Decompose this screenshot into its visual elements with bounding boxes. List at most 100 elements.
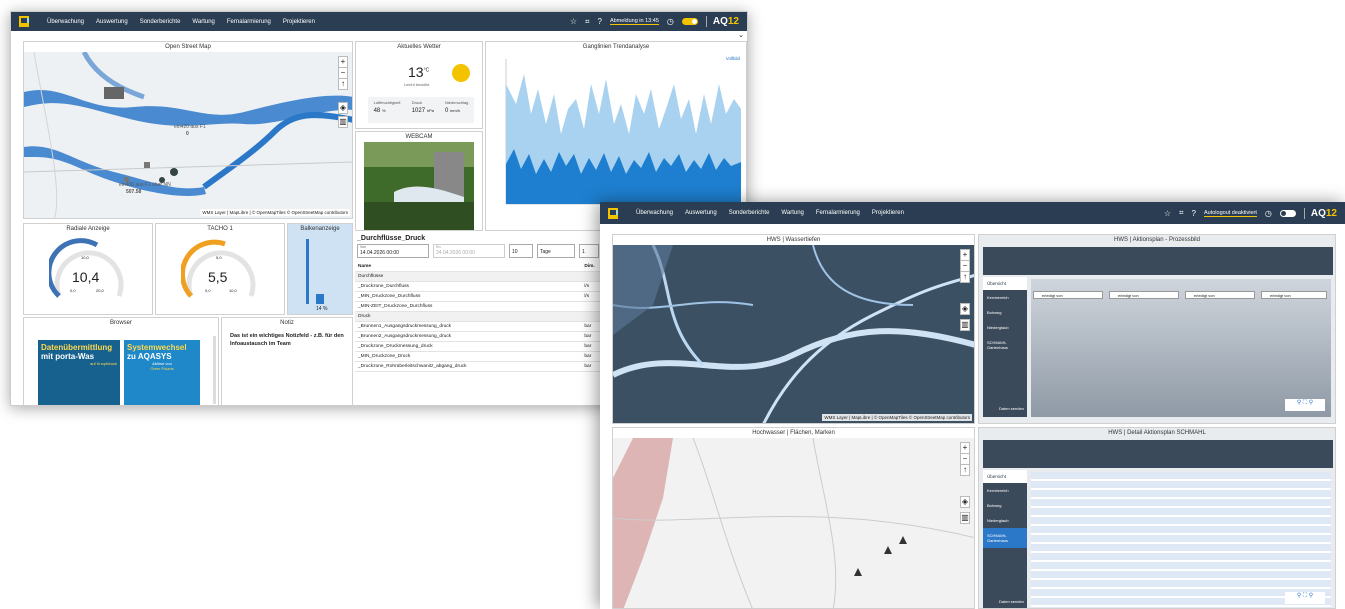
- top-navbar: Überwachung Auswertung Sonderberichte Wa…: [600, 202, 1345, 224]
- help-icon[interactable]: ?: [598, 17, 602, 26]
- nav-item-fernalarmierung[interactable]: Fernalarmierung: [227, 19, 271, 25]
- card2-line1: Systemwechsel: [127, 343, 187, 352]
- sidebar-item-overview[interactable]: Übersicht: [983, 470, 1027, 483]
- nav-item-auswertung[interactable]: Auswertung: [685, 210, 717, 216]
- gauge-mid: 10,0: [81, 255, 89, 260]
- sun-cloud-icon: [452, 64, 470, 82]
- gauge-max: 20,0: [96, 288, 104, 293]
- column-header[interactable]: Name: [355, 262, 582, 272]
- radial-gauge-panel: Radiale Anzeige 10,4 10,0 0,0 20,0: [23, 223, 153, 315]
- humidity-value: 48 %: [373, 108, 386, 114]
- compass-icon[interactable]: ↑: [960, 464, 970, 476]
- map-icon[interactable]: ▥: [338, 116, 348, 128]
- sidebar-item-4[interactable]: SCHMAHL Gartenhaus: [983, 528, 1027, 548]
- send-data-label[interactable]: Daten senden: [999, 406, 1024, 411]
- status-cell[interactable]: erledigt von: [1109, 291, 1179, 299]
- sidebar-item-2[interactable]: Bohweg: [983, 305, 1027, 320]
- water-depth-map[interactable]: [613, 245, 975, 424]
- zoom-controls[interactable]: ⚲ ⛶ ⚲: [1285, 399, 1325, 411]
- theme-toggle[interactable]: [681, 18, 698, 25]
- status-cell[interactable]: erledigt von: [1033, 291, 1103, 299]
- autologout-status[interactable]: Autologout deaktiviert: [1203, 210, 1257, 217]
- note-text[interactable]: Das ist ein wichtiges Notizfeld - z.B. f…: [230, 332, 346, 348]
- count-field[interactable]: 10: [509, 244, 533, 258]
- scrollbar[interactable]: [213, 336, 216, 404]
- star-icon[interactable]: ☆: [1164, 209, 1171, 218]
- map-icon[interactable]: ▥: [960, 512, 970, 524]
- table-cell: _Druckzone_Rohrüberleitschwanitz_abgang_…: [355, 361, 582, 372]
- sidebar-item-1[interactable]: Kernbereich: [983, 290, 1027, 305]
- nav-item-ueberwachung[interactable]: Überwachung: [47, 19, 84, 25]
- status-cell[interactable]: erledigt von: [1185, 291, 1255, 299]
- clock-icon[interactable]: ◷: [1265, 209, 1272, 218]
- panel-title: Browser: [109, 320, 132, 326]
- gauge-min: 0,0: [70, 288, 76, 293]
- sidebar-item-2[interactable]: Bohweg: [983, 498, 1027, 513]
- layers-icon[interactable]: ◈: [960, 303, 970, 315]
- process-header: [983, 247, 1333, 275]
- nav-item-ueberwachung[interactable]: Überwachung: [636, 210, 673, 216]
- nav-item-projektieren[interactable]: Projektieren: [283, 19, 315, 25]
- autologout-toggle[interactable]: [1279, 209, 1296, 217]
- compass-icon[interactable]: ↑: [338, 78, 348, 90]
- table-cell: _Brunnen1_Ausgangsdruckmessung_druck: [355, 321, 582, 332]
- bar-fill: [316, 294, 324, 304]
- webcam-image[interactable]: [364, 142, 474, 231]
- layers-icon[interactable]: ◈: [960, 496, 970, 508]
- nav-item-fernalarmierung[interactable]: Fernalarmierung: [816, 210, 860, 216]
- table-cell: _Brunnen2_Ausgangsdruckmessung_druck: [355, 331, 582, 342]
- status-cell[interactable]: erledigt von: [1261, 291, 1327, 299]
- nav-item-sonderberichte[interactable]: Sonderberichte: [140, 19, 181, 25]
- map-icon[interactable]: ▥: [960, 319, 970, 331]
- gauge-max: 10,0: [229, 288, 237, 293]
- sidebar-item-4[interactable]: SCHMAHL Gartenhaus: [983, 335, 1027, 355]
- clock-icon[interactable]: ◷: [667, 17, 674, 26]
- app-logo[interactable]: [608, 207, 618, 219]
- send-data-label[interactable]: Daten senden: [999, 599, 1024, 604]
- sidebar-item-3[interactable]: Niederglaub: [983, 320, 1027, 335]
- compass-icon[interactable]: ↑: [960, 271, 970, 283]
- promo-card-1[interactable]: Datenübermittlung mit porta-Was auf Knop…: [38, 340, 120, 405]
- nav-item-wartung[interactable]: Wartung: [781, 210, 803, 216]
- flood-areas-map[interactable]: [613, 438, 975, 609]
- flood-areas-panel: Hochwasser | Flächen, Marken + − ↑ ◈ ▥: [612, 427, 975, 609]
- sidebar-item-overview[interactable]: Übersicht: [983, 277, 1027, 290]
- unit-select[interactable]: Tage: [537, 244, 575, 258]
- table-cell: _MIN_Druckzone_Durchfluss: [355, 291, 582, 302]
- bar-axis: [306, 239, 309, 304]
- nav-item-sonderberichte[interactable]: Sonderberichte: [729, 210, 770, 216]
- help-icon[interactable]: ?: [1192, 209, 1196, 218]
- nav-item-wartung[interactable]: Wartung: [192, 19, 214, 25]
- grid-icon[interactable]: ⌗: [1179, 208, 1184, 218]
- detail-header: [983, 440, 1333, 468]
- nav-item-projektieren[interactable]: Projektieren: [872, 210, 904, 216]
- app-logo[interactable]: [19, 16, 29, 27]
- map-value-1: 0: [186, 131, 189, 137]
- zoom-controls[interactable]: ⚲ ⛶ ⚲: [1285, 592, 1325, 604]
- step-field[interactable]: 1: [579, 244, 599, 258]
- star-icon[interactable]: ☆: [570, 17, 577, 26]
- sidebar-item-3[interactable]: Niederglaub: [983, 513, 1027, 528]
- chevron-down-icon[interactable]: ⌄: [738, 31, 744, 39]
- top-navbar: Überwachung Auswertung Sonderberichte Wa…: [11, 12, 747, 31]
- logout-timer[interactable]: Abmeldung in 13:45: [609, 18, 659, 25]
- panel-title: WEBCAM: [405, 134, 433, 140]
- layers-icon[interactable]: ◈: [338, 102, 348, 114]
- panel-title: HWS | Detail Aktionsplan SCHMAHL: [1108, 430, 1206, 436]
- sidebar-item-1[interactable]: Kernbereich: [983, 483, 1027, 498]
- gauge-value: 5,5: [208, 269, 228, 285]
- nav-item-auswertung[interactable]: Auswertung: [96, 19, 128, 25]
- table-cell: _MIN-ZEIT_Druckzone_Durchfluss: [355, 301, 582, 312]
- to-date-field[interactable]: Bis 24.04.2026 00:00: [433, 244, 505, 258]
- tacho-gauge-panel: TACHO 1 5,5 5,0 0,0 10,0: [155, 223, 285, 315]
- note-panel: Notiz Das ist ein wichtiges Notizfeld - …: [221, 317, 353, 405]
- from-date-field[interactable]: Von 14.04.2026 00:00: [357, 244, 429, 258]
- rain-label: Niederschlag: [445, 100, 469, 105]
- promo-card-2[interactable]: Systemwechsel zu AQASYS Ablöse von Orem …: [124, 340, 200, 405]
- action-plan-panel: HWS | Aktionsplan - Prozessbild Übersich…: [978, 234, 1336, 424]
- bar-gauge-panel: Balkenanzeige 14 %: [287, 223, 353, 315]
- detail-sidebar: Übersicht Kernbereich Bohweg Niederglaub…: [983, 470, 1027, 608]
- grid-icon[interactable]: ⌗: [585, 17, 590, 27]
- gauge-mid: 5,0: [216, 255, 222, 260]
- panel-title: HWS | Wassertiefen: [766, 237, 821, 243]
